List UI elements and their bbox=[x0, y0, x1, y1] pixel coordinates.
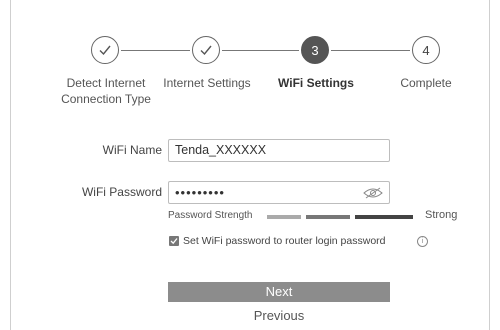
wifi-name-input[interactable]: Tenda_XXXXXX bbox=[168, 139, 390, 162]
step-connector-3 bbox=[331, 50, 410, 51]
strength-bar-strong bbox=[355, 215, 413, 219]
step-1-check-icon bbox=[91, 36, 119, 64]
router-password-option-label: Set WiFi password to router login passwo… bbox=[183, 235, 386, 247]
setup-stepper: 3 4 Detect Internet Connection Type Inte… bbox=[0, 0, 500, 120]
password-strength-label: Password Strength bbox=[168, 210, 253, 221]
wifi-password-input[interactable]: ••••••••• bbox=[168, 181, 390, 204]
wifi-password-value: ••••••••• bbox=[175, 185, 225, 200]
eye-icon[interactable] bbox=[363, 186, 383, 200]
step-1-label-line2: Connection Type bbox=[61, 92, 151, 106]
strength-strong-label: Strong bbox=[425, 209, 458, 221]
strength-bar-weak bbox=[267, 215, 301, 219]
step-1-label: Detect Internet Connection Type bbox=[58, 75, 154, 107]
strength-bar-medium bbox=[306, 215, 350, 219]
step-connector-1 bbox=[121, 50, 190, 51]
step-4-number: 4 bbox=[412, 36, 440, 64]
wifi-password-label: WiFi Password bbox=[81, 185, 162, 199]
step-2-check-icon bbox=[192, 36, 220, 64]
next-button[interactable]: Next bbox=[168, 282, 390, 302]
step-3-label: WiFi Settings bbox=[278, 76, 354, 90]
wifi-name-label: WiFi Name bbox=[102, 143, 162, 157]
step-1-label-line1: Detect Internet bbox=[66, 76, 146, 90]
step-4-label: Complete bbox=[400, 76, 452, 90]
info-icon[interactable]: i bbox=[417, 236, 428, 247]
step-3-number: 3 bbox=[301, 36, 329, 64]
step-2-label: Internet Settings bbox=[163, 76, 251, 90]
previous-link[interactable]: Previous bbox=[168, 308, 390, 323]
step-connector-2 bbox=[222, 50, 299, 51]
router-password-checkbox[interactable] bbox=[169, 236, 179, 246]
